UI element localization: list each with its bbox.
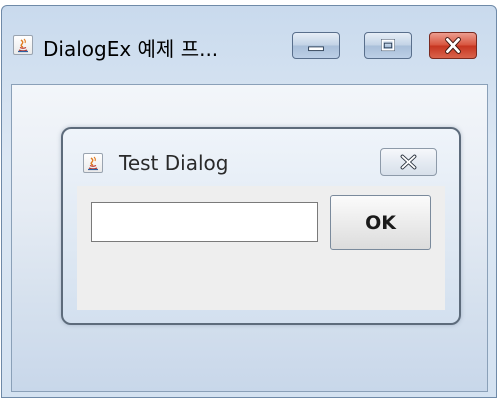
java-icon [13, 35, 33, 55]
minimize-icon [308, 46, 324, 52]
close-icon [400, 154, 417, 170]
maximize-icon [381, 39, 395, 52]
main-title-bar[interactable]: DialogEx 예제 프... [2, 6, 496, 84]
close-icon [445, 37, 461, 54]
test-dialog: Test Dialog OK [61, 127, 461, 325]
text-input[interactable] [91, 202, 318, 242]
dialog-title: Test Dialog [119, 151, 229, 175]
close-button[interactable] [429, 32, 477, 59]
main-window-title: DialogEx 예제 프... [43, 37, 219, 61]
maximize-button[interactable] [364, 32, 412, 59]
dialog-content: OK [77, 186, 445, 310]
dialog-close-button[interactable] [380, 148, 437, 176]
java-icon [83, 153, 103, 173]
minimize-button[interactable] [292, 32, 340, 59]
ok-button[interactable]: OK [330, 195, 431, 250]
